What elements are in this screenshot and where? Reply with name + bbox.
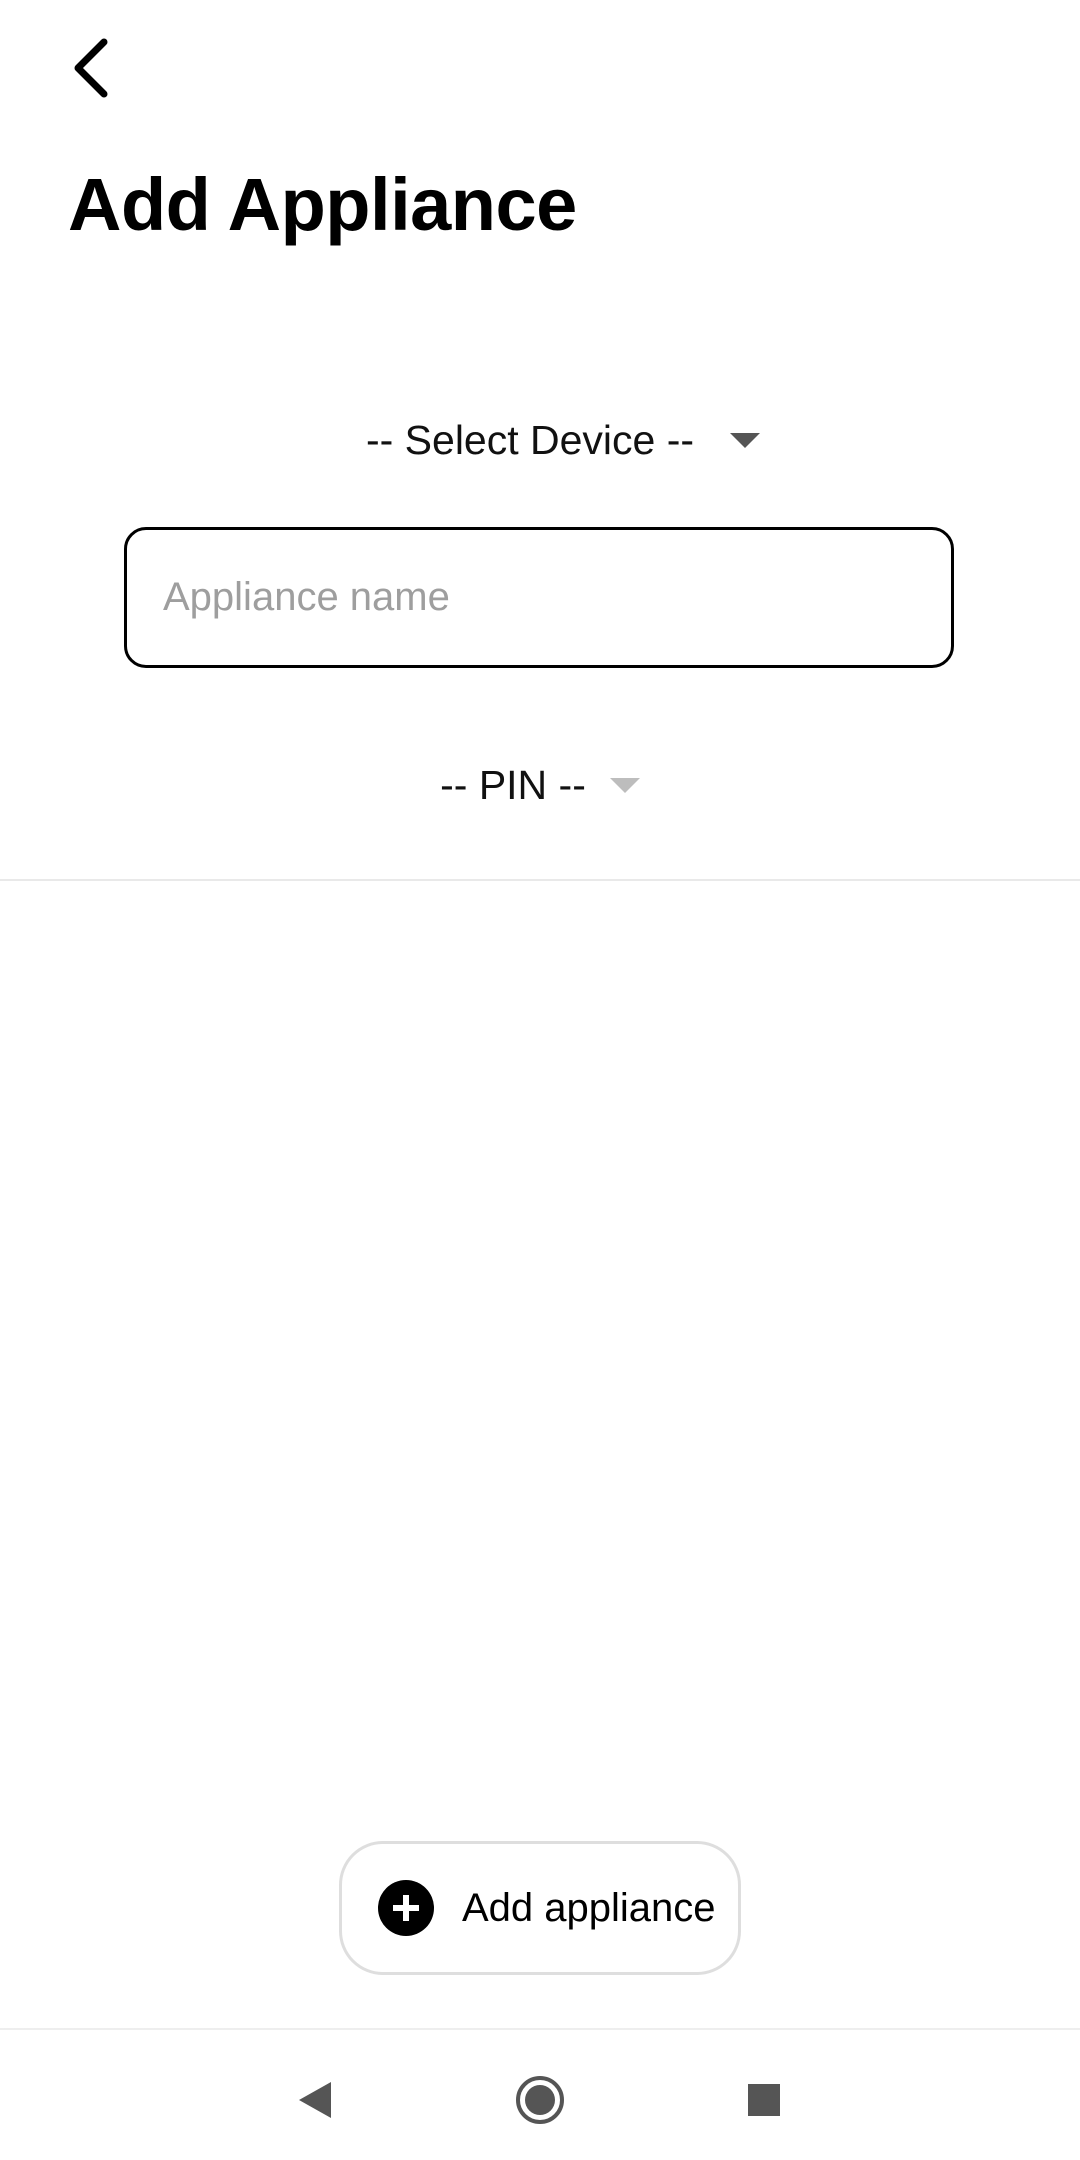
section-divider xyxy=(0,879,1080,881)
pin-select-label: -- PIN -- xyxy=(440,761,586,808)
nav-back-icon xyxy=(299,2082,331,2118)
nav-back-button[interactable] xyxy=(285,2070,345,2130)
chevron-left-icon xyxy=(74,38,108,98)
system-navigation-bar xyxy=(0,2030,1080,2160)
nav-recents-icon xyxy=(748,2084,780,2116)
caret-down-icon xyxy=(609,777,640,793)
nav-home-button[interactable] xyxy=(510,2070,570,2130)
nav-recents-button[interactable] xyxy=(734,2070,794,2130)
plus-circle-icon xyxy=(378,1880,434,1936)
add-appliance-button[interactable]: Add appliance xyxy=(339,1841,741,1975)
back-button[interactable] xyxy=(55,28,125,108)
device-select-label: -- Select Device -- xyxy=(365,416,695,463)
page-title: Add Appliance xyxy=(68,163,577,246)
pin-select[interactable]: -- PIN -- xyxy=(0,750,1080,820)
nav-home-icon xyxy=(516,2076,564,2124)
appliance-name-input[interactable] xyxy=(124,527,954,668)
caret-down-icon xyxy=(730,432,761,448)
device-select[interactable]: -- Select Device -- xyxy=(0,405,1080,475)
add-appliance-label: Add appliance xyxy=(462,1885,716,1930)
